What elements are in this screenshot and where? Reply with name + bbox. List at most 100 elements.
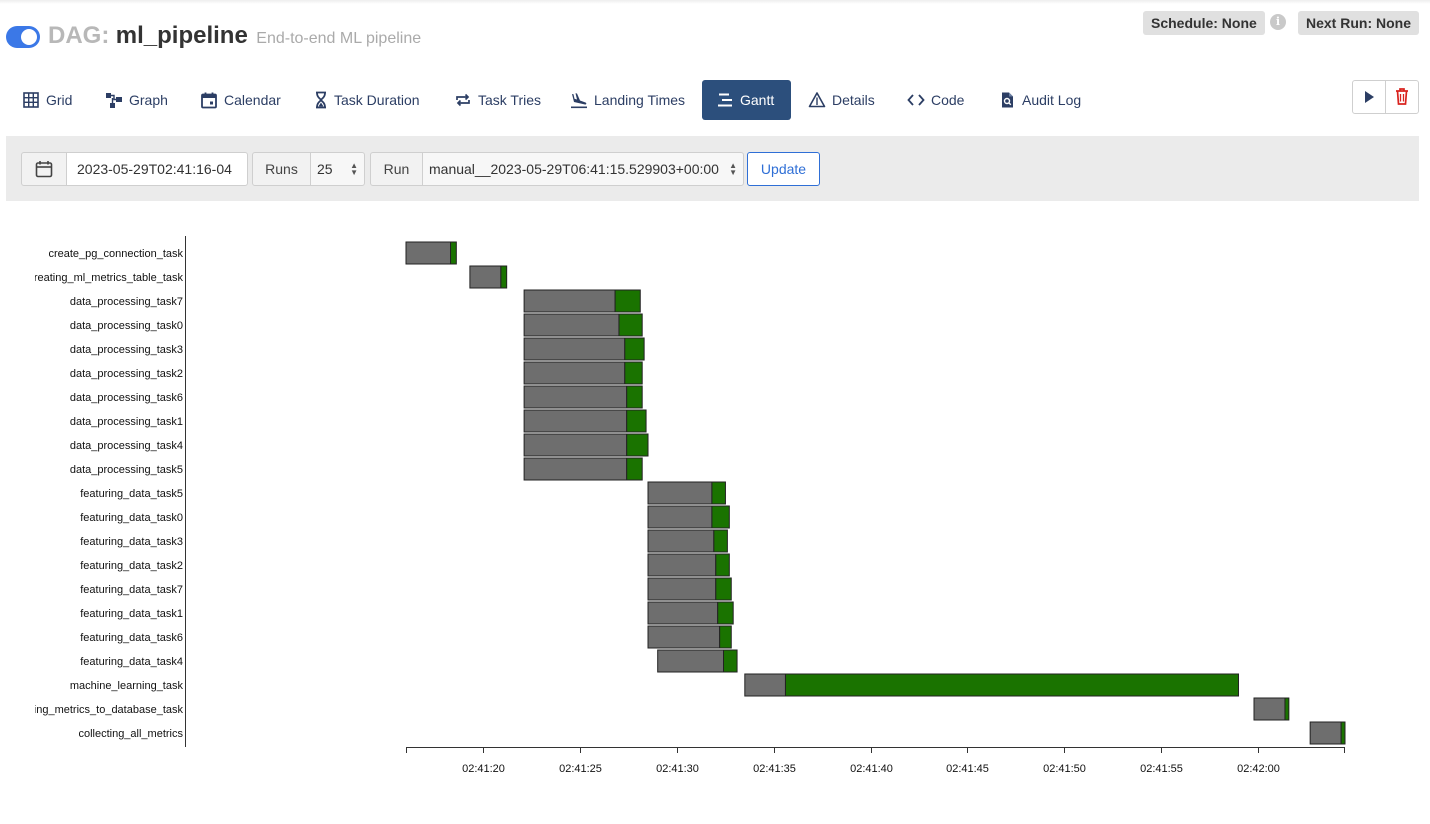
gantt-queued-bar[interactable] bbox=[647, 601, 719, 625]
trigger-dag-button[interactable] bbox=[1352, 80, 1386, 114]
gantt-queued-bar[interactable] bbox=[523, 457, 628, 481]
task-label: featuring_data_task5 bbox=[80, 488, 183, 500]
tab-label: Grid bbox=[46, 92, 73, 108]
task-label: data_processing_task5 bbox=[70, 464, 183, 476]
gantt-queued-bar[interactable] bbox=[647, 625, 721, 649]
task-label: creating_ml_metrics_table_task bbox=[28, 272, 183, 284]
task-label: data_processing_task0 bbox=[70, 320, 183, 332]
gantt-queued-bar[interactable] bbox=[1253, 697, 1286, 721]
audit-log-icon bbox=[998, 91, 1016, 109]
gantt-running-bar[interactable] bbox=[626, 457, 643, 481]
x-tick-label: 02:41:20 bbox=[462, 763, 505, 775]
gantt-running-bar[interactable] bbox=[624, 337, 645, 361]
gantt-running-bar[interactable] bbox=[500, 265, 508, 289]
hourglass-icon bbox=[314, 91, 328, 109]
x-tick-label: 02:41:45 bbox=[946, 763, 989, 775]
x-tick-label: 02:41:30 bbox=[656, 763, 699, 775]
gantt-queued-bar[interactable] bbox=[523, 289, 616, 313]
gantt-running-bar[interactable] bbox=[626, 409, 647, 433]
gantt-running-bar[interactable] bbox=[715, 577, 732, 601]
tab-label: Task Duration bbox=[334, 92, 420, 108]
gantt-running-bar[interactable] bbox=[618, 313, 643, 337]
gantt-queued-bar[interactable] bbox=[657, 649, 725, 673]
tab-gantt[interactable]: Gantt bbox=[702, 80, 791, 120]
delete-dag-button[interactable] bbox=[1385, 80, 1419, 114]
task-label: data_processing_task4 bbox=[70, 440, 183, 452]
gantt-running-bar[interactable] bbox=[715, 553, 730, 577]
run-select[interactable]: manual__2023-05-29T06:41:15.529903+00:00… bbox=[422, 152, 744, 186]
gantt-running-bar[interactable] bbox=[1284, 697, 1290, 721]
tab-calendar[interactable]: Calendar bbox=[190, 80, 291, 120]
gantt-running-bar[interactable] bbox=[784, 673, 1240, 697]
gantt-running-bar[interactable] bbox=[719, 625, 732, 649]
pause-toggle[interactable] bbox=[6, 26, 40, 48]
gantt-running-bar[interactable] bbox=[1340, 721, 1346, 745]
gantt-queued-bar[interactable] bbox=[523, 409, 628, 433]
retry-icon bbox=[454, 91, 472, 109]
gantt-running-bar[interactable] bbox=[711, 481, 726, 505]
select-arrows-icon: ▲ ▼ bbox=[350, 161, 358, 177]
update-button[interactable]: Update bbox=[747, 152, 820, 186]
filter-bar: 2023-05-29T02:41:16-04 Runs 25 ▲ ▼ Run ma… bbox=[6, 136, 1419, 201]
tab-details[interactable]: Details bbox=[798, 80, 885, 120]
task-label: data_processing_task7 bbox=[70, 296, 183, 308]
tab-graph[interactable]: Graph bbox=[95, 80, 178, 120]
gantt-queued-bar[interactable] bbox=[647, 481, 713, 505]
schedule-badge: Schedule: None bbox=[1143, 11, 1265, 35]
x-tick-label: 02:41:50 bbox=[1043, 763, 1086, 775]
gantt-queued-bar[interactable] bbox=[523, 313, 620, 337]
tab-audit-log[interactable]: Audit Log bbox=[988, 80, 1091, 120]
tab-label: Calendar bbox=[224, 92, 281, 108]
x-tick-label: 02:41:55 bbox=[1140, 763, 1183, 775]
gantt-queued-bar[interactable] bbox=[523, 385, 628, 409]
gantt-queued-bar[interactable] bbox=[469, 265, 502, 289]
calendar-icon bbox=[35, 161, 53, 178]
run-value: manual__2023-05-29T06:41:15.529903+00:00 bbox=[429, 161, 719, 177]
tab-label: Code bbox=[931, 92, 965, 108]
task-label: featuring_data_task2 bbox=[80, 560, 183, 572]
gantt-queued-bar[interactable] bbox=[1309, 721, 1342, 745]
gantt-queued-bar[interactable] bbox=[647, 553, 717, 577]
gantt-queued-bar[interactable] bbox=[523, 433, 628, 457]
tab-landing-times[interactable]: Landing Times bbox=[560, 80, 695, 120]
task-label: data_processing_task2 bbox=[70, 368, 183, 380]
gantt-running-bar[interactable] bbox=[713, 529, 728, 553]
gantt-running-bar[interactable] bbox=[626, 385, 643, 409]
gantt-chart: create_pg_connection_task creating_ml_met… bbox=[28, 236, 1346, 775]
gantt-queued-bar[interactable] bbox=[647, 505, 713, 529]
date-picker-button[interactable] bbox=[21, 152, 67, 186]
gantt-running-bar[interactable] bbox=[450, 241, 457, 265]
tab-label: Landing Times bbox=[594, 92, 686, 108]
tab-label: Gantt bbox=[740, 92, 775, 108]
page-title: DAG: ml_pipeline End-to-end ML pipeline bbox=[48, 22, 421, 50]
info-icon[interactable]: i bbox=[1270, 14, 1286, 30]
grid-icon bbox=[22, 91, 40, 109]
gantt-queued-bar[interactable] bbox=[523, 337, 626, 361]
gantt-running-bar[interactable] bbox=[624, 361, 643, 385]
task-label: featuring_data_task0 bbox=[80, 512, 183, 524]
task-label: data_processing_task1 bbox=[70, 416, 183, 428]
runs-select[interactable]: 25 ▲ ▼ bbox=[310, 152, 365, 186]
top-shadow bbox=[0, 0, 1430, 4]
tab-task-duration[interactable]: Task Duration bbox=[304, 80, 430, 120]
gantt-running-bar[interactable] bbox=[723, 649, 738, 673]
gantt-running-bar[interactable] bbox=[626, 433, 649, 457]
tab-task-tries[interactable]: Task Tries bbox=[444, 80, 551, 120]
tab-grid[interactable]: Grid bbox=[12, 80, 82, 120]
landing-icon bbox=[570, 91, 588, 109]
gantt-queued-bar[interactable] bbox=[744, 673, 786, 697]
gantt-queued-bar[interactable] bbox=[647, 577, 717, 601]
gantt-running-bar[interactable] bbox=[614, 289, 641, 313]
gantt-queued-bar[interactable] bbox=[647, 529, 715, 553]
gantt-icon bbox=[716, 91, 734, 109]
task-label: collecting_all_metrics bbox=[78, 728, 183, 740]
warning-icon bbox=[808, 91, 826, 109]
base-date-input[interactable]: 2023-05-29T02:41:16-04 bbox=[66, 152, 248, 186]
gantt-running-bar[interactable] bbox=[717, 601, 734, 625]
gantt-running-bar[interactable] bbox=[711, 505, 730, 529]
x-tick-label: 02:41:40 bbox=[850, 763, 893, 775]
x-tick-label: 02:41:25 bbox=[559, 763, 602, 775]
tab-code[interactable]: Code bbox=[897, 80, 974, 120]
gantt-queued-bar[interactable] bbox=[405, 241, 452, 265]
gantt-queued-bar[interactable] bbox=[523, 361, 626, 385]
